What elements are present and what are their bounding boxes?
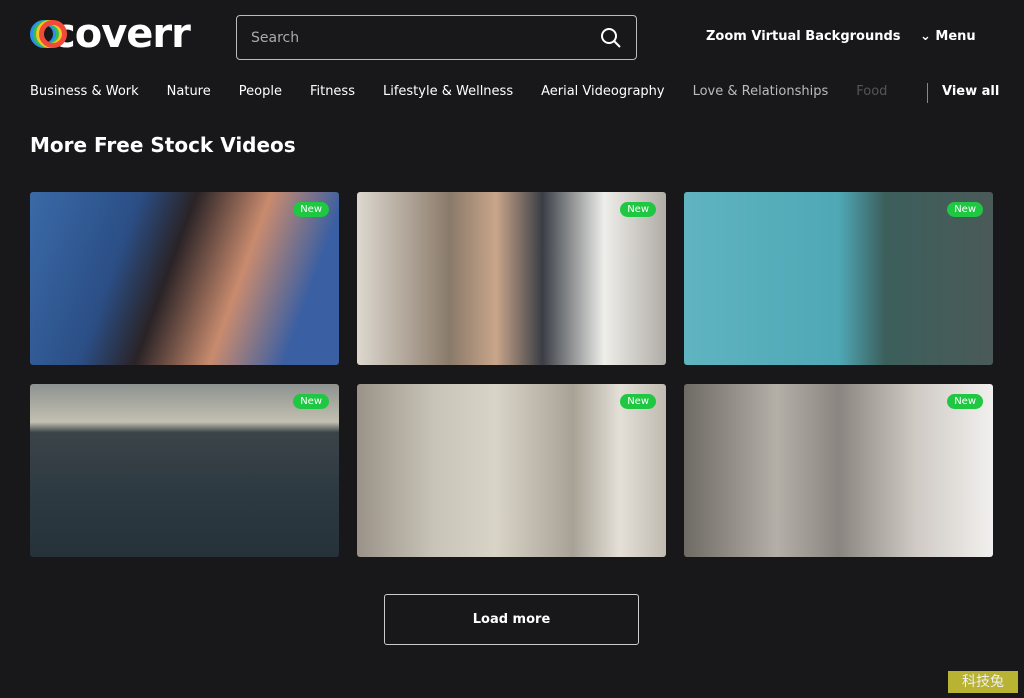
new-badge: New (947, 202, 983, 217)
nav-people[interactable]: People (239, 84, 282, 99)
nav-nature[interactable]: Nature (167, 84, 211, 99)
search-box[interactable] (236, 15, 637, 60)
logo-rings-icon (30, 16, 67, 52)
video-card[interactable]: New (30, 192, 339, 365)
nav-lifestyle[interactable]: Lifestyle & Wellness (383, 84, 513, 99)
coverr-logo[interactable]: coverr (30, 11, 191, 57)
search-input[interactable] (251, 29, 600, 46)
new-badge: New (620, 202, 656, 217)
video-card[interactable]: New (357, 192, 666, 365)
search-icon[interactable] (600, 27, 622, 49)
new-badge: New (620, 394, 656, 409)
zoom-backgrounds-link[interactable]: Zoom Virtual Backgrounds (706, 29, 901, 44)
nav-food[interactable]: Food (856, 84, 892, 99)
menu-label: Menu (935, 29, 976, 44)
video-card[interactable]: New (30, 384, 339, 557)
nav-aerial[interactable]: Aerial Videography (541, 84, 665, 99)
watermark: 科技兔 (948, 671, 1018, 693)
video-card[interactable]: New (684, 384, 993, 557)
new-badge: New (293, 202, 329, 217)
video-card[interactable]: New (684, 192, 993, 365)
new-badge: New (947, 394, 983, 409)
chevron-down-icon: ⌄ (920, 29, 936, 44)
video-card[interactable]: New (357, 384, 666, 557)
nav-divider (927, 83, 928, 103)
load-more-button[interactable]: Load more (384, 594, 639, 645)
category-nav: Business & Work Nature People Fitness Li… (30, 84, 1024, 99)
nav-love[interactable]: Love & Relationships (693, 84, 829, 99)
new-badge: New (293, 394, 329, 409)
view-all-link[interactable]: View all (942, 84, 999, 99)
nav-fitness[interactable]: Fitness (310, 84, 355, 99)
nav-business[interactable]: Business & Work (30, 84, 139, 99)
menu-button[interactable]: ⌄ Menu (920, 29, 976, 44)
section-title: More Free Stock Videos (30, 133, 296, 157)
logo-text: coverr (52, 11, 191, 57)
